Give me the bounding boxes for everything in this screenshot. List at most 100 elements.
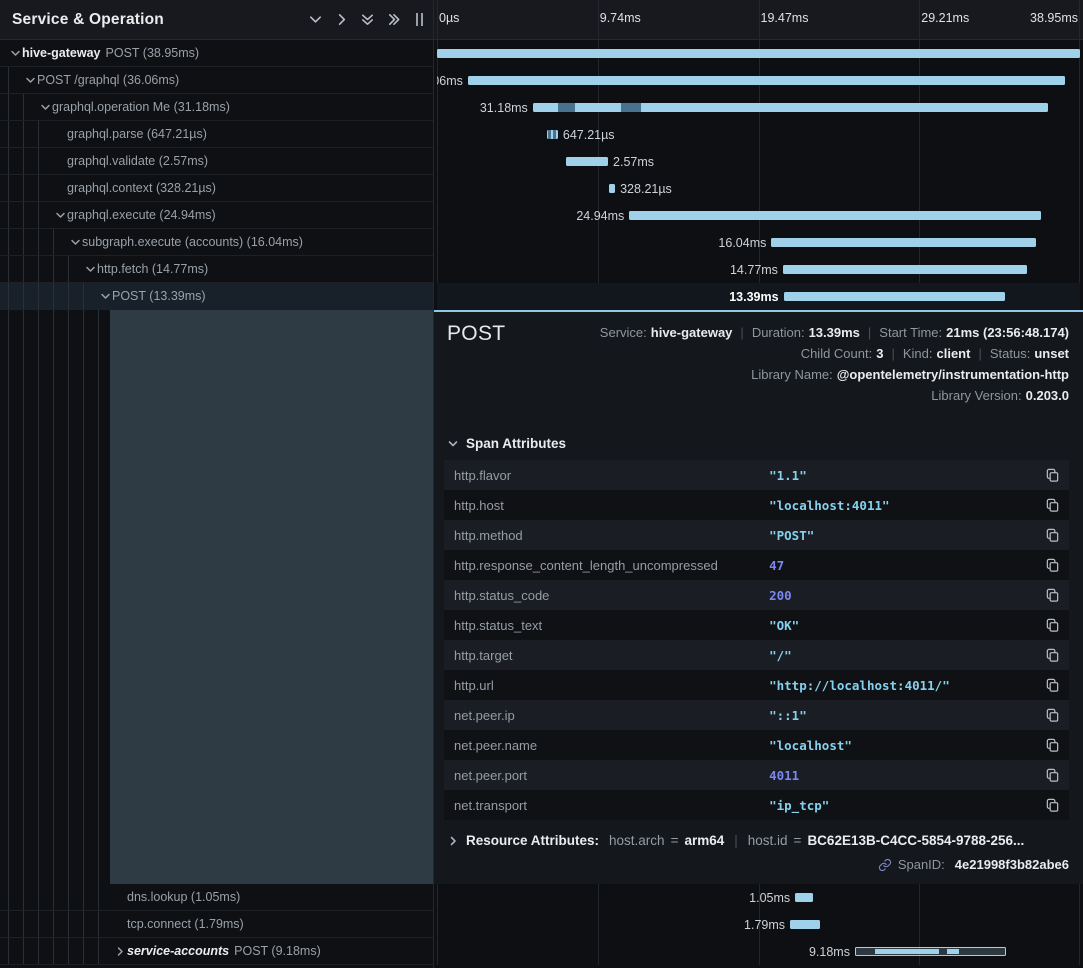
indent-guide [23, 94, 38, 120]
bar-segment [553, 130, 556, 139]
span-attributes-header[interactable]: Span Attributes [447, 436, 1069, 451]
indent-guide [83, 911, 98, 937]
span-tree-row[interactable]: tcp.connect (1.79ms) [0, 911, 433, 938]
span-tree-row[interactable]: POST (13.39ms) [0, 283, 433, 310]
double-chevron-right-icon[interactable] [380, 8, 406, 32]
link-icon[interactable] [878, 858, 892, 872]
collapse-chevron-icon[interactable] [53, 208, 67, 223]
span-bar-row[interactable]: 13.39ms [437, 283, 1080, 310]
span-tree-row[interactable]: service-accounts POST (9.18ms) [0, 938, 433, 965]
operation-label: POST (13.39ms) [112, 289, 206, 303]
copy-icon[interactable] [1040, 588, 1060, 603]
collapse-chevron-icon[interactable] [23, 73, 37, 88]
copy-icon[interactable] [1040, 618, 1060, 633]
span-bar-row[interactable]: 24.94ms [437, 202, 1080, 229]
attribute-row: http.target"/" [444, 640, 1069, 670]
attribute-row: net.peer.name"localhost" [444, 730, 1069, 760]
span-tree-row[interactable]: graphql.execute (24.94ms) [0, 202, 433, 229]
overview-label: Kind: [903, 346, 933, 361]
chevron-right-icon[interactable] [328, 8, 354, 32]
span-tree-row[interactable]: POST /graphql (36.06ms) [0, 67, 433, 94]
attribute-row: http.response_content_length_uncompresse… [444, 550, 1069, 580]
chevron-down-icon[interactable] [302, 8, 328, 32]
span-duration-bar[interactable] [790, 920, 820, 929]
span-duration-bar[interactable] [784, 292, 1005, 301]
collapse-chevron-icon[interactable] [38, 100, 52, 115]
span-duration-bar[interactable] [795, 893, 812, 902]
span-tree-row[interactable]: hive-gatewayPOST (38.95ms) [0, 40, 433, 67]
copy-icon[interactable] [1040, 468, 1060, 483]
span-detail-panel: POST Service:hive-gateway|Duration:13.39… [434, 310, 1083, 884]
attribute-key: http.flavor [454, 468, 769, 483]
span-duration-bar[interactable] [547, 130, 558, 139]
span-duration-bar[interactable] [468, 76, 1065, 85]
span-bar-row[interactable]: 1.79ms [437, 911, 1080, 938]
copy-icon[interactable] [1040, 648, 1060, 663]
attribute-key: http.url [454, 678, 769, 693]
span-duration-bar[interactable] [609, 184, 615, 193]
copy-icon[interactable] [1040, 798, 1060, 813]
span-duration-bar[interactable] [437, 49, 1080, 58]
operation-label: POST (9.18ms) [234, 944, 321, 958]
overview-value: client [937, 346, 971, 361]
span-bar-row[interactable]: 31.18ms [437, 94, 1080, 121]
attribute-value: "POST" [769, 528, 1040, 543]
indent-guide [38, 175, 53, 201]
span-bar-row[interactable]: 1.05ms [437, 884, 1080, 911]
span-tree-row[interactable]: graphql.context (328.21µs) [0, 175, 433, 202]
copy-icon[interactable] [1040, 678, 1060, 693]
span-tree-row[interactable]: subgraph.execute (accounts) (16.04ms) [0, 229, 433, 256]
copy-icon[interactable] [1040, 768, 1060, 783]
span-duration-bar[interactable] [771, 238, 1036, 247]
span-bar-row[interactable]: 38.95ms [437, 40, 1080, 67]
overview-label: Status: [990, 346, 1030, 361]
indent-guide [23, 283, 38, 309]
copy-icon[interactable] [1040, 528, 1060, 543]
tree-header-controls [302, 8, 406, 32]
expand-chevron-icon[interactable] [113, 944, 127, 959]
collapse-chevron-icon[interactable] [8, 46, 22, 61]
copy-icon[interactable] [1040, 498, 1060, 513]
pane-resize-handle[interactable] [416, 13, 423, 26]
span-bar-row[interactable]: 16.04ms [437, 229, 1080, 256]
copy-icon[interactable] [1040, 738, 1060, 753]
span-duration-bar[interactable] [533, 103, 1048, 112]
span-tree-row[interactable]: graphql.validate (2.57ms) [0, 148, 433, 175]
indent-guide [38, 148, 53, 174]
span-tree-row[interactable]: graphql.operation Me (31.18ms) [0, 94, 433, 121]
span-duration-bar[interactable] [629, 211, 1041, 220]
indent-guide [98, 310, 99, 884]
collapse-chevron-icon[interactable] [83, 262, 97, 277]
collapse-chevron-icon[interactable] [68, 235, 82, 250]
indent-guide [8, 175, 23, 201]
attribute-value: "/" [769, 648, 1040, 663]
span-duration-bar[interactable] [783, 265, 1027, 274]
span-bar-row[interactable]: 647.21µs [437, 121, 1080, 148]
span-bar-row[interactable]: 9.18ms [437, 938, 1080, 965]
indent-guide [53, 938, 68, 964]
collapse-chevron-icon[interactable] [98, 289, 112, 304]
operation-label: graphql.context (328.21µs) [67, 181, 216, 195]
span-bar-row[interactable]: 14.77ms [437, 256, 1080, 283]
attribute-row: net.peer.ip"::1" [444, 700, 1069, 730]
indent-guide [8, 202, 23, 228]
span-tree-row[interactable]: dns.lookup (1.05ms) [0, 884, 433, 911]
span-tree-row[interactable]: graphql.parse (647.21µs) [0, 121, 433, 148]
span-duration-label: 1.05ms [749, 891, 790, 905]
separator: | [868, 325, 871, 340]
copy-icon[interactable] [1040, 708, 1060, 723]
span-duration-bar[interactable] [566, 157, 608, 166]
span-bar-row[interactable]: 328.21µs [437, 175, 1080, 202]
attribute-key: http.status_text [454, 618, 769, 633]
span-tree-row[interactable]: http.fetch (14.77ms) [0, 256, 433, 283]
span-duration-bar[interactable] [855, 947, 1006, 956]
span-duration-label: 14.77ms [730, 263, 778, 277]
waterfall-top: 38.95ms36.06ms31.18ms647.21µs2.57ms328.2… [434, 40, 1083, 310]
double-chevron-down-icon[interactable] [354, 8, 380, 32]
span-tree-bottom: dns.lookup (1.05ms)tcp.connect (1.79ms)s… [0, 884, 433, 965]
service-name: service-accounts [127, 944, 229, 958]
copy-icon[interactable] [1040, 558, 1060, 573]
span-bar-row[interactable]: 2.57ms [437, 148, 1080, 175]
resource-attributes-row[interactable]: Resource Attributes: host.arch=arm64|hos… [444, 833, 1069, 848]
span-bar-row[interactable]: 36.06ms [437, 67, 1080, 94]
